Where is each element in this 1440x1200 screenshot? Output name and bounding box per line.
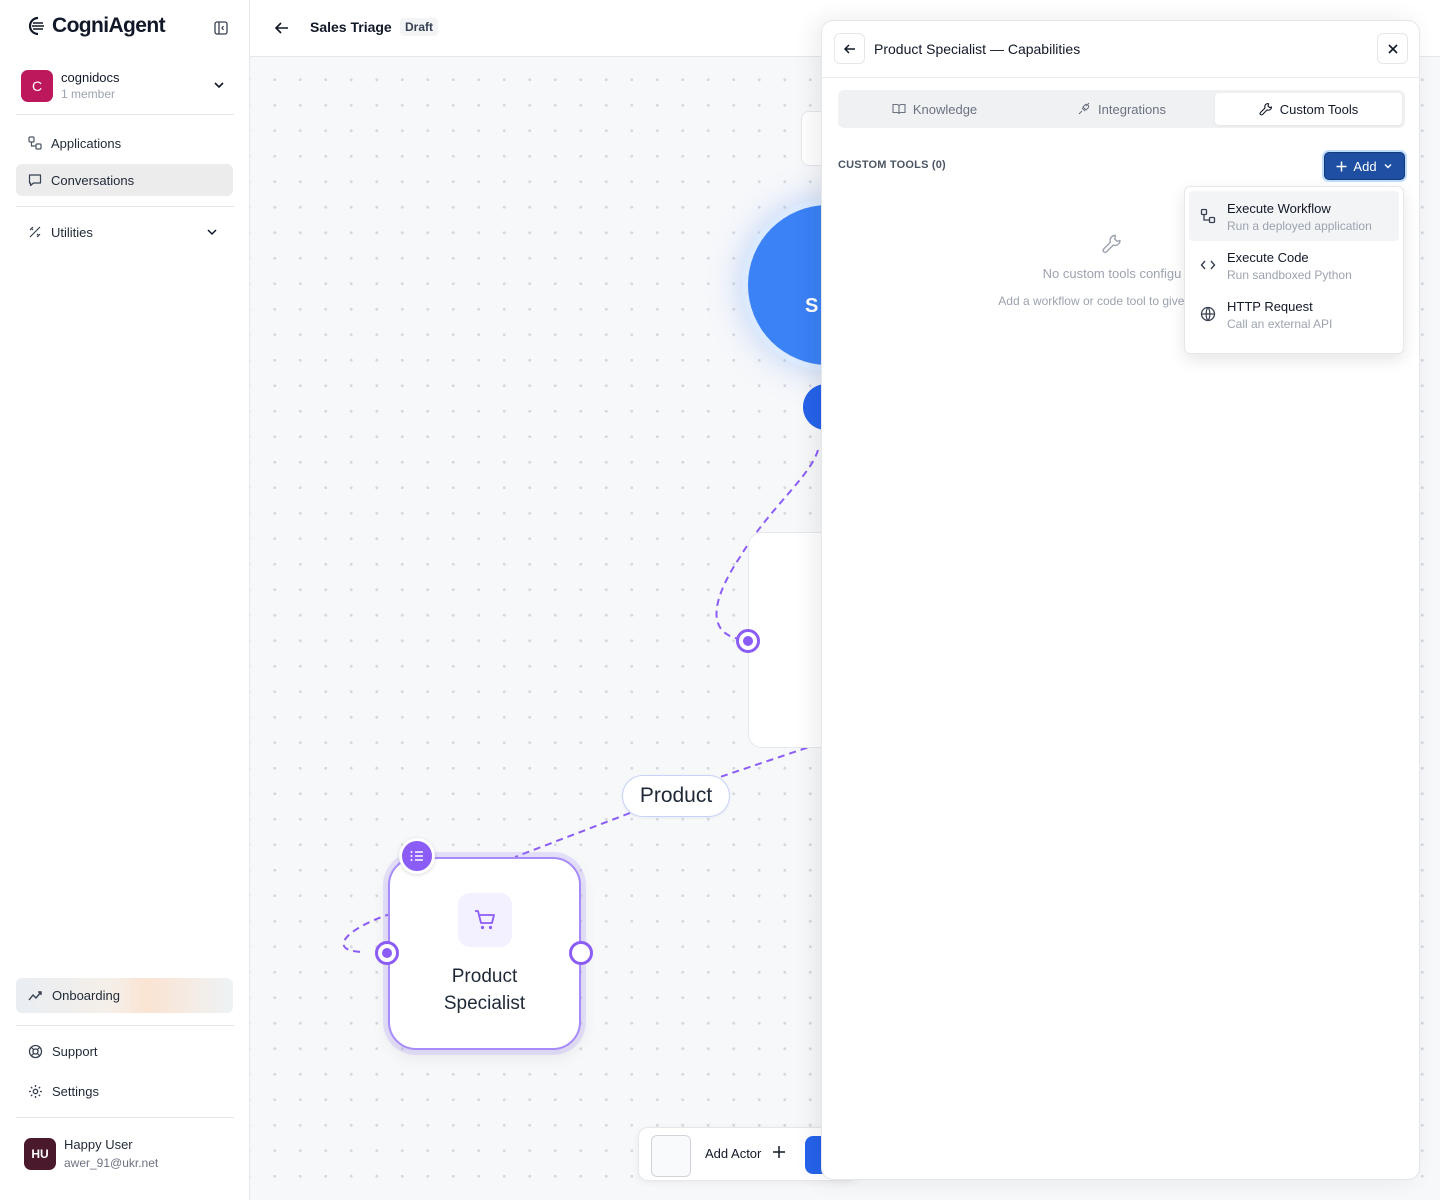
- workflow-icon: [1200, 208, 1216, 224]
- add-actor-label[interactable]: Add Actor: [705, 1146, 761, 1161]
- add-tool-menu: Execute Workflow Run a deployed applicat…: [1184, 186, 1404, 354]
- nav-settings[interactable]: Settings: [16, 1075, 233, 1107]
- section-label: CUSTOM TOOLS (0): [838, 159, 946, 171]
- node-icon-container: [458, 893, 512, 947]
- edge-label-to-node: [514, 812, 631, 858]
- list-icon: [410, 851, 423, 861]
- node-title-line2: Specialist: [443, 993, 526, 1014]
- back-button[interactable]: [272, 18, 292, 38]
- org-avatar: C: [21, 70, 53, 102]
- tab-custom-tools-label: Custom Tools: [1279, 101, 1359, 117]
- chevron-down-icon: [214, 82, 224, 89]
- node-title: Product Specialist: [390, 963, 579, 1017]
- user-menu[interactable]: HU Happy User awer_91@ukr.net: [18, 1130, 232, 1178]
- arrow-left-icon: [274, 22, 288, 34]
- org-switcher[interactable]: C cognidocs 1 member: [16, 62, 234, 110]
- menu-item-execute-code[interactable]: Execute Code Run sandboxed Python: [1189, 240, 1399, 290]
- chat-icon: [28, 174, 42, 187]
- divider: [16, 206, 234, 207]
- divider: [16, 1025, 234, 1026]
- panel-close-button[interactable]: [1377, 33, 1408, 64]
- code-icon: [1200, 260, 1216, 270]
- utilities-icon: [29, 226, 41, 238]
- divider: [16, 1117, 234, 1118]
- page-title: Sales Triage: [310, 19, 392, 35]
- edge-label[interactable]: Product: [622, 775, 730, 817]
- product-specialist-node[interactable]: Product Specialist: [388, 857, 581, 1050]
- nav-utilities-label: Utilities: [51, 224, 93, 240]
- wrench-icon: [1102, 234, 1121, 254]
- arrow-left-icon: [843, 43, 855, 54]
- nav-utilities[interactable]: Utilities: [16, 216, 233, 248]
- nav-applications[interactable]: Applications: [16, 127, 233, 159]
- logo-icon: [28, 16, 44, 36]
- divider: [16, 114, 234, 115]
- gear-icon: [29, 1084, 42, 1098]
- applications-icon: [28, 136, 42, 150]
- lifebuoy-icon: [28, 1044, 43, 1058]
- plug-icon: [1078, 102, 1090, 115]
- nav-support[interactable]: Support: [16, 1035, 233, 1067]
- tab-knowledge[interactable]: Knowledge: [841, 93, 1028, 125]
- status-badge: Draft: [400, 18, 439, 36]
- trend-icon: [28, 990, 42, 1000]
- divider: [822, 77, 1419, 78]
- tab-custom-tools[interactable]: Custom Tools: [1215, 93, 1402, 125]
- router-input-handle[interactable]: [736, 629, 760, 653]
- panel-title: Product Specialist — Capabilities: [874, 41, 1081, 57]
- menu-item-title: Execute Workflow: [1227, 201, 1331, 216]
- nav-onboarding[interactable]: Onboarding: [16, 978, 233, 1013]
- add-tool-button[interactable]: Add: [1324, 152, 1405, 180]
- wrench-icon: [1259, 102, 1272, 116]
- tab-integrations[interactable]: Integrations: [1028, 93, 1215, 125]
- tab-integrations-label: Integrations: [1098, 101, 1166, 117]
- avatar: HU: [24, 1138, 56, 1170]
- chevron-down-icon: [207, 229, 217, 236]
- org-name: cognidocs: [61, 70, 120, 85]
- panel-back-button[interactable]: [834, 33, 865, 64]
- nav-onboarding-label: Onboarding: [52, 988, 120, 1003]
- sidebar-toggle-icon: [214, 21, 228, 35]
- user-name: Happy User: [64, 1137, 133, 1152]
- menu-item-execute-workflow[interactable]: Execute Workflow Run a deployed applicat…: [1189, 191, 1399, 241]
- node-title-line1: Product: [451, 966, 518, 987]
- nav-conversations[interactable]: Conversations: [16, 164, 233, 196]
- menu-item-subtitle: Run a deployed application: [1227, 219, 1372, 233]
- node-badge[interactable]: [399, 838, 435, 874]
- app-name: CogniAgent: [52, 14, 166, 37]
- user-email: awer_91@ukr.net: [64, 1156, 159, 1170]
- node-input-handle[interactable]: [375, 941, 399, 965]
- globe-icon: [1200, 306, 1216, 322]
- nav-settings-label: Settings: [52, 1083, 99, 1099]
- plus-icon: [1336, 161, 1347, 171]
- close-icon: [1387, 43, 1398, 54]
- tab-knowledge-label: Knowledge: [912, 101, 978, 117]
- actor-thumbnail[interactable]: [651, 1135, 691, 1177]
- add-button-label: Add: [1353, 158, 1377, 174]
- menu-item-title: HTTP Request: [1227, 299, 1313, 314]
- org-members: 1 member: [61, 87, 116, 101]
- chevron-down-icon: [1384, 164, 1392, 169]
- menu-item-subtitle: Call an external API: [1227, 317, 1333, 331]
- nav-applications-label: Applications: [51, 135, 122, 151]
- nav-conversations-label: Conversations: [51, 172, 135, 188]
- plus-icon[interactable]: [772, 1145, 786, 1159]
- sidebar: CogniAgent C cognidocs 1 member Applicat…: [0, 0, 250, 1200]
- menu-item-subtitle: Run sandboxed Python: [1227, 268, 1352, 282]
- app-logo[interactable]: CogniAgent: [28, 14, 166, 38]
- capability-tabs: Knowledge Integrations Custom Tools: [838, 90, 1405, 128]
- start-node-label: S: [805, 295, 819, 317]
- book-icon: [892, 103, 906, 115]
- menu-item-title: Execute Code: [1227, 250, 1309, 265]
- shopping-cart-icon: [475, 910, 495, 930]
- node-output-handle[interactable]: [569, 941, 593, 965]
- menu-item-http-request[interactable]: HTTP Request Call an external API: [1189, 289, 1399, 339]
- collapse-sidebar-button[interactable]: [213, 20, 229, 36]
- nav-support-label: Support: [52, 1043, 98, 1059]
